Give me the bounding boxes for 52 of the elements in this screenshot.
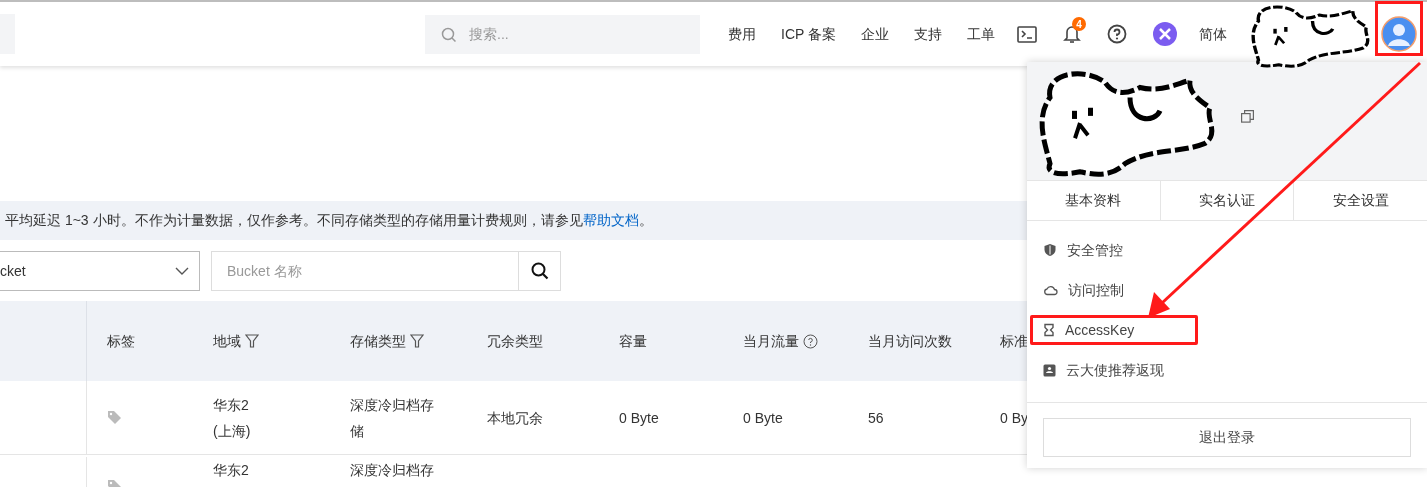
table-cell-text: 0 Byte — [619, 408, 660, 428]
nav-link[interactable]: 支持 — [914, 23, 942, 45]
menu-item[interactable]: 云大使推荐返现 — [1027, 359, 1164, 381]
table-cell-text: 56 — [868, 408, 885, 428]
profile-tab[interactable]: 实名认证 — [1159, 181, 1294, 220]
copy-icon[interactable] — [1241, 110, 1254, 123]
menu-item[interactable]: AccessKey — [1027, 319, 1135, 341]
help-icon[interactable] — [1107, 24, 1127, 44]
card-icon — [1043, 363, 1056, 377]
logout-button[interactable]: 退出登录 — [1043, 418, 1411, 457]
notification-badge: 4 — [1072, 17, 1086, 31]
search-field[interactable]: 搜索... — [425, 14, 700, 54]
table-cell-text: 华东2 (上海) — [213, 395, 252, 441]
table-cell-text: 0 Byte — [743, 408, 784, 428]
column-header: 当月访问次数 — [868, 331, 952, 351]
search-icon — [530, 262, 549, 280]
menu-item[interactable]: 访问控制 — [1027, 279, 1124, 301]
nav-link[interactable]: 企业 — [861, 23, 889, 45]
nav-link[interactable]: ICP 备案 — [781, 23, 836, 45]
column-header: 容量 — [619, 331, 647, 351]
shield-icon — [1043, 243, 1057, 257]
notice-text: 平均延迟 1~3 小时。不作为计量数据，仅作参考。不同存储类型的存储用量计费规则，请参见帮助文档。 — [5, 211, 653, 230]
column-header: 标签 — [107, 331, 135, 351]
profile-tab[interactable]: 基本资料 — [1027, 181, 1160, 220]
table-cell-text: 本地冗余 — [487, 408, 544, 428]
chevron-down-icon — [175, 267, 189, 275]
column-header: 地域 — [213, 331, 241, 351]
table-cell-text: 华东2 — [213, 461, 250, 480]
language-link[interactable]: 简体 — [1199, 23, 1227, 45]
help-doc-link[interactable]: 帮助文档 — [582, 212, 639, 228]
table-cell-text: 深度冷归档存 — [350, 461, 435, 480]
app-logo-icon[interactable] — [1153, 22, 1177, 46]
column-header: 当月流量 — [743, 331, 799, 351]
table-cell-text: 0 By — [1000, 408, 1029, 428]
avatar-icon[interactable] — [1381, 16, 1417, 52]
filter-icon[interactable] — [410, 333, 424, 349]
search-icon — [441, 26, 457, 43]
profile-tab[interactable]: 安全设置 — [1293, 181, 1427, 220]
menu-item[interactable]: 安全管控 — [1027, 239, 1123, 261]
search-button[interactable] — [519, 251, 561, 291]
column-header: 存储类型 — [350, 331, 406, 351]
column-header: 标准 — [1000, 331, 1028, 351]
column-header: 冗余类型 — [487, 331, 543, 351]
bucket-name-field[interactable]: Bucket 名称 — [211, 251, 519, 291]
terminal-icon[interactable] — [1017, 25, 1037, 43]
help-icon[interactable] — [803, 333, 818, 349]
bucket-select[interactable]: cket — [0, 251, 200, 291]
table-cell-text: 深度冷归档存储 — [350, 395, 435, 441]
nav-link[interactable]: 费用 — [728, 23, 756, 45]
filter-icon[interactable] — [245, 333, 259, 349]
nav-link[interactable]: 工单 — [967, 23, 995, 45]
cloud-icon — [1043, 284, 1058, 296]
